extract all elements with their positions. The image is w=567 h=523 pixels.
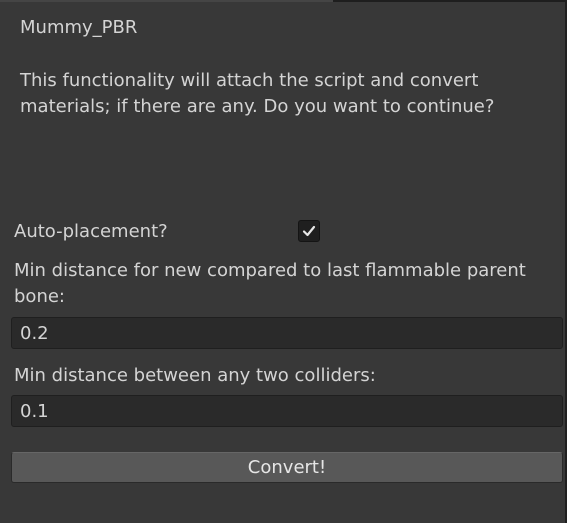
min-distance-colliders-input[interactable] [11,395,563,427]
checkmark-icon [302,225,316,237]
min-distance-parent-label: Min distance for new compared to last fl… [14,260,526,307]
auto-placement-label: Auto-placement? [14,221,168,242]
dialog-message: This functionality will attach the scrip… [20,70,495,117]
min-distance-parent-input[interactable] [11,317,563,349]
min-distance-colliders-label: Min distance between any two colliders: [14,365,376,386]
auto-placement-row: Auto-placement? [14,218,554,246]
convert-button[interactable]: Convert! [11,452,563,483]
window-title: Mummy_PBR [20,17,138,38]
converter-window: Mummy_PBR This functionality will attach… [0,0,567,523]
auto-placement-checkbox[interactable] [298,220,320,242]
window-top-edge-dark [333,0,567,2]
window-top-edge [0,0,333,2]
